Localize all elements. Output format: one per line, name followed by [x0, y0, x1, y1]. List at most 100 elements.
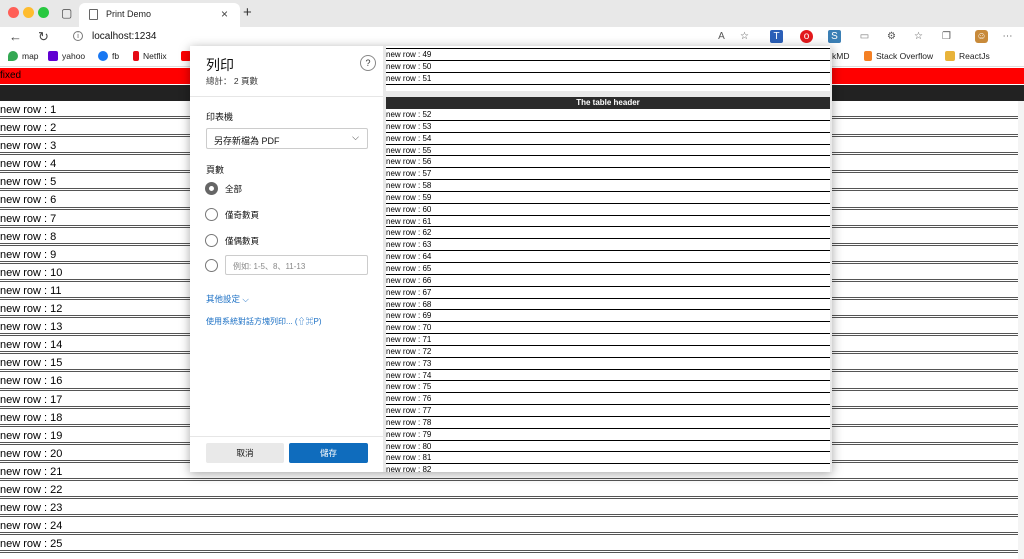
printer-label: 印表機 [206, 112, 234, 122]
netflix-icon [133, 51, 139, 61]
preview-row-text: new row : 49 [386, 50, 432, 59]
table-row-text: new row : 3 [0, 140, 57, 153]
preview-row: new row : 74 [386, 370, 830, 382]
preview-row: new row : 70 [386, 322, 830, 335]
more-menu-icon[interactable]: ⋯ [1001, 30, 1014, 43]
bookmark-reactjs[interactable]: ReactJs [945, 51, 990, 61]
custom-pages-input[interactable]: 例如: 1-5、8、11-13 [225, 255, 368, 275]
preview-row-text: new row : 55 [386, 145, 432, 155]
extension-icon[interactable]: S [828, 30, 841, 43]
bookmark-hackmd[interactable]: kMD [832, 51, 849, 61]
url-field[interactable]: localhost:1234 [92, 31, 157, 42]
pages-label: 頁數 [206, 165, 225, 175]
preview-row-text: new row : 60 [386, 204, 432, 214]
printer-select[interactable]: 另存新檔為 PDF ⌵ [206, 128, 368, 149]
bookmark-map[interactable]: map [8, 51, 39, 61]
tab-actions-icon[interactable]: ▢ [61, 6, 72, 20]
radio-odd-label: 僅奇數頁 [225, 210, 260, 220]
preview-row: new row : 79 [386, 429, 830, 441]
help-icon[interactable]: ? [360, 55, 376, 71]
tab-print-demo[interactable]: Print Demo × [79, 3, 240, 27]
profile-avatar[interactable]: ☺ [975, 30, 988, 43]
preview-row: new row : 57 [386, 168, 830, 181]
address-toolbar: ← ↻ i localhost:1234 A ☆ T o S ▭ ⚙ ☆ ❐ ☺… [0, 27, 1024, 47]
bookmark-fb[interactable]: fb [98, 51, 119, 61]
translate-icon[interactable]: T [770, 30, 783, 43]
more-settings-link[interactable]: 其他設定 ⌵ [206, 293, 249, 305]
site-info-icon[interactable]: i [73, 31, 83, 41]
refresh-icon[interactable]: ↻ [38, 29, 49, 45]
print-dialog: 列印 總計： 2 頁數 ? 印表機 另存新檔為 PDF ⌵ 頁數 全部 僅奇數頁… [190, 46, 832, 472]
preview-row-text: new row : 57 [386, 169, 432, 179]
table-row-text: new row : 1 [0, 104, 57, 116]
preview-row: new row : 71 [386, 334, 830, 346]
preview-row-text: new row : 70 [386, 323, 432, 333]
opera-extension-icon[interactable]: o [800, 30, 813, 43]
radio-even-pages[interactable] [205, 234, 218, 247]
preview-row: new row : 50 [386, 61, 830, 73]
collections-icon[interactable]: ❐ [940, 30, 953, 43]
favorites-icon[interactable]: ☆ [912, 30, 925, 43]
table-row-text: new row : 8 [0, 230, 57, 243]
table-row-text: new row : 24 [0, 520, 63, 533]
preview-row: new row : 52 [386, 109, 830, 121]
back-icon[interactable]: ← [9, 29, 22, 44]
table-row: new row : 24 [0, 517, 1024, 536]
preview-row: new row : 78 [386, 417, 830, 429]
preview-row-text: new row : 62 [386, 228, 432, 238]
radio-all-pages[interactable] [205, 182, 218, 195]
print-preview[interactable]: new row : 49 new row : 50 new row : 51 The… [383, 46, 832, 472]
tab-title: Print Demo [106, 9, 152, 19]
preview-row: new row : 59 [386, 192, 830, 204]
preview-row: new row : 62 [386, 227, 830, 240]
preview-page-1: new row : 49 new row : 50 new row : 51 [386, 46, 830, 91]
preview-row-text: new row : 67 [386, 287, 432, 297]
preview-row: new row : 75 [386, 381, 830, 394]
cancel-button[interactable]: 取消 [206, 443, 284, 463]
table-row-text: new row : 11 [0, 284, 62, 297]
table-row-text: new row : 4 [0, 158, 57, 171]
preview-row: new row : 64 [386, 251, 830, 263]
radio-even-label: 僅偶數頁 [225, 236, 260, 246]
minimize-window-icon[interactable] [23, 7, 34, 18]
bookmark-yahoo[interactable]: yahoo [48, 51, 85, 61]
extensions-puzzle-icon[interactable]: ⚙ [885, 30, 898, 43]
maximize-window-icon[interactable] [38, 7, 49, 18]
preview-table-header: The table header [386, 97, 830, 109]
preview-row: new row : 49 [386, 49, 830, 61]
table-row-text: new row : 15 [0, 357, 63, 370]
bookmark-netflix[interactable]: Netflix [133, 51, 167, 61]
table-row-text: new row : 9 [0, 248, 57, 261]
preview-row: new row : 58 [386, 180, 830, 192]
preview-row-text: new row : 80 [386, 441, 432, 451]
table-row-text: new row : 22 [0, 483, 63, 496]
radio-custom-pages[interactable] [205, 259, 218, 272]
close-window-icon[interactable] [8, 7, 19, 18]
table-row: new row : 25 [0, 535, 1024, 554]
page-scrollbar[interactable] [1018, 101, 1024, 559]
table-row-text: new row : 13 [0, 321, 63, 334]
table-row-text: new row : 19 [0, 429, 63, 442]
preview-row: new row : 81 [386, 452, 830, 465]
bookmark-stack-overflow[interactable]: Stack Overflow [864, 51, 933, 61]
save-button[interactable]: 儲存 [289, 443, 368, 463]
facebook-icon [98, 51, 108, 61]
preview-row-text: new row : 54 [386, 133, 432, 143]
system-dialog-link[interactable]: 使用系統對話方塊列印... (⇧⌘P) [206, 316, 322, 327]
preview-row-text: new row : 52 [386, 110, 432, 119]
tab-close-icon[interactable]: × [221, 7, 228, 21]
radio-odd-pages[interactable] [205, 208, 218, 221]
new-tab-icon[interactable]: + [243, 4, 252, 21]
preview-row-text: new row : 73 [386, 358, 432, 368]
preview-row-text: new row : 71 [386, 335, 432, 345]
preview-row-text: new row : 50 [386, 61, 432, 71]
preview-row-text: new row : 61 [386, 216, 432, 226]
read-aloud-icon[interactable]: A [715, 30, 728, 43]
page-total: 總計： 2 頁數 [206, 76, 258, 86]
preview-page-2: The table header new row : 52 new row : 5… [386, 97, 830, 472]
preview-row-text: new row : 66 [386, 275, 432, 285]
extension-gray-icon[interactable]: ▭ [858, 30, 871, 43]
preview-row: new row : 54 [386, 133, 830, 145]
favorite-star-icon[interactable]: ☆ [738, 30, 751, 43]
preview-row-text: new row : 77 [386, 406, 432, 416]
